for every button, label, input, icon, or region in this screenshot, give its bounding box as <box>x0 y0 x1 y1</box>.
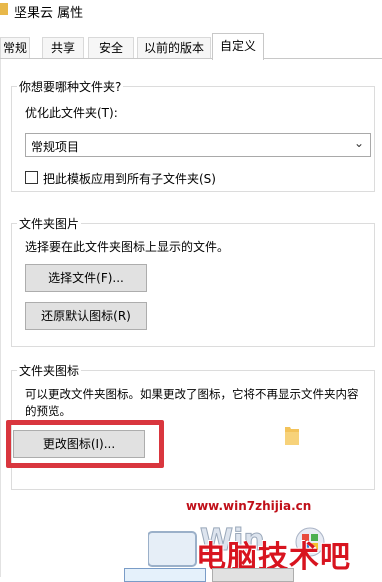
tab-general[interactable]: 常规 <box>0 37 30 58</box>
cancel-button-partial[interactable] <box>212 568 294 582</box>
folder-preview-icon <box>285 427 299 445</box>
watermark-url: www.win7zhijia.cn <box>186 499 312 513</box>
tab-security[interactable]: 安全 <box>88 37 134 58</box>
title-bar: 坚果云 属性 <box>0 0 382 24</box>
folder-picture-title: 文件夹图片 <box>17 215 82 232</box>
folder-type-group: 你想要哪种文件夹? 优化此文件夹(T): 常规项目 ⌄ 把此模板应用到所有子文件… <box>11 78 375 192</box>
apply-subfolders-checkbox[interactable] <box>25 171 38 184</box>
apply-subfolders-label[interactable]: 把此模板应用到所有子文件夹(S) <box>43 170 216 187</box>
tab-sharing[interactable]: 共享 <box>42 37 84 58</box>
highlight-annotation <box>6 420 164 468</box>
folder-icon-description-line2: 的预览。 <box>25 404 71 418</box>
tab-customize[interactable]: 自定义 <box>212 33 264 60</box>
folder-icon-description-line1: 可以更改文件夹图标。如果更改了图标，它将不再显示文件夹内容 <box>25 387 359 401</box>
window-title: 坚果云 属性 <box>14 6 84 21</box>
chevron-down-icon: ⌄ <box>353 136 364 150</box>
optimize-select-value: 常规项目 <box>31 140 80 154</box>
folder-type-title: 你想要哪种文件夹? <box>17 78 124 95</box>
tab-strip: 常规 共享 安全 以前的版本 自定义 <box>0 33 382 60</box>
optimize-label: 优化此文件夹(T): <box>25 106 118 120</box>
optimize-select[interactable]: 常规项目 ⌄ <box>25 133 371 157</box>
choose-file-button[interactable]: 选择文件(F)... <box>25 264 147 292</box>
ok-button-partial[interactable] <box>124 568 206 582</box>
restore-default-button[interactable]: 还原默认图标(R) <box>25 302 147 330</box>
folder-picture-group: 文件夹图片 选择要在此文件夹图标上显示的文件。 选择文件(F)... 还原默认图… <box>11 215 375 347</box>
folder-icon <box>0 3 8 15</box>
tab-previous-versions[interactable]: 以前的版本 <box>137 37 211 58</box>
folder-picture-description: 选择要在此文件夹图标上显示的文件。 <box>25 240 230 254</box>
folder-icon-title: 文件夹图标 <box>17 362 82 379</box>
